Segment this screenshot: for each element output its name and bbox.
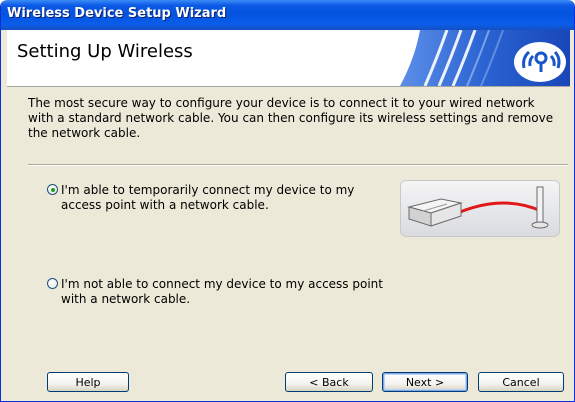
option-able-label: I'm able to temporarily connect my devic…	[61, 183, 355, 212]
separator	[28, 164, 568, 166]
header-banner: Setting Up Wireless	[7, 30, 570, 87]
back-button[interactable]: < Back	[285, 372, 373, 392]
cancel-button[interactable]: Cancel	[478, 372, 564, 392]
wireless-signal-icon	[400, 30, 570, 86]
radio-able-selected[interactable]	[47, 184, 58, 195]
intro-text: The most secure way to configure your de…	[28, 96, 554, 140]
printer-cable-access-point-icon	[400, 180, 560, 237]
window-title: Wireless Device Setup Wizard	[7, 6, 227, 21]
title-bar[interactable]: Wireless Device Setup Wizard	[1, 0, 574, 30]
option-not-able-label: I'm not able to connect my device to my …	[61, 277, 383, 306]
radio-not-able[interactable]	[47, 278, 58, 289]
wizard-window: Wireless Device Setup Wizard Setting Up …	[0, 0, 575, 402]
next-button[interactable]: Next >	[382, 372, 468, 392]
page-title: Setting Up Wireless	[17, 41, 193, 62]
help-button[interactable]: Help	[47, 372, 129, 392]
